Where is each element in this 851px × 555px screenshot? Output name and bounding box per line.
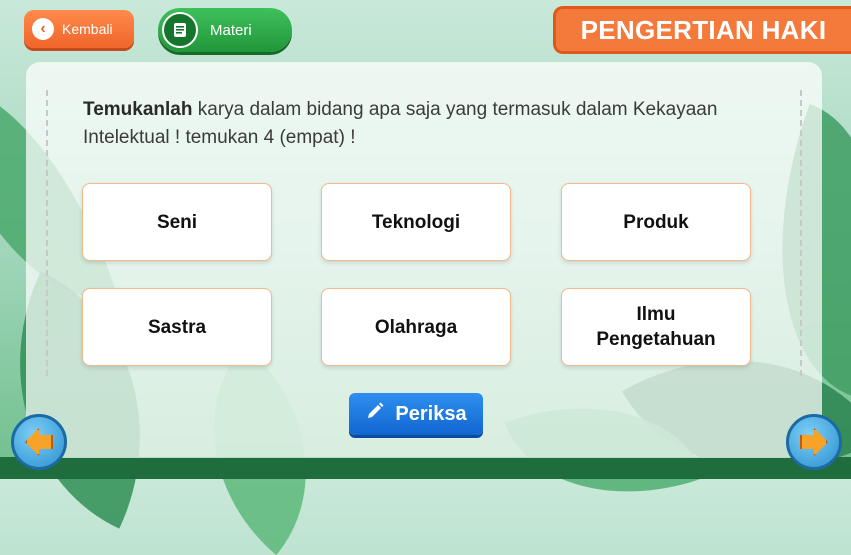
option-button[interactable]: Teknologi (321, 183, 511, 261)
option-button[interactable]: Olahraga (321, 288, 511, 366)
bottom-strip (0, 457, 851, 479)
prev-button[interactable] (11, 414, 67, 470)
option-label: Seni (156, 211, 198, 233)
option-button[interactable]: Sastra (82, 288, 272, 366)
divider (800, 90, 802, 376)
option-label: Ilmu Pengetahuan (596, 304, 716, 350)
check-button-label: Periksa (395, 402, 467, 425)
page-title: PENGERTIAN HAKI (553, 6, 851, 54)
check-button[interactable]: Periksa (349, 393, 483, 435)
pencil-icon (365, 401, 385, 427)
chevron-left-icon: ‹ (32, 18, 54, 40)
question-bold: Temukanlah (83, 99, 193, 120)
materi-button-label: Materi (210, 21, 252, 39)
next-button[interactable] (786, 414, 842, 470)
back-button[interactable]: ‹ Kembali (24, 10, 134, 48)
arrow-left-icon (25, 428, 53, 456)
book-icon (162, 12, 198, 48)
arrow-right-icon (800, 428, 828, 456)
divider (46, 90, 48, 376)
option-label: Produk (623, 211, 689, 233)
option-label: Olahraga (374, 316, 458, 338)
back-button-label: Kembali (62, 21, 113, 37)
option-button[interactable]: Produk (561, 183, 751, 261)
option-label: Teknologi (371, 211, 461, 233)
option-button[interactable]: Ilmu Pengetahuan (561, 288, 751, 366)
question-text: Temukanlah karya dalam bidang apa saja y… (83, 96, 723, 152)
option-button[interactable]: Seni (82, 183, 272, 261)
materi-button[interactable]: Materi (158, 8, 292, 52)
option-label: Sastra (147, 316, 207, 338)
